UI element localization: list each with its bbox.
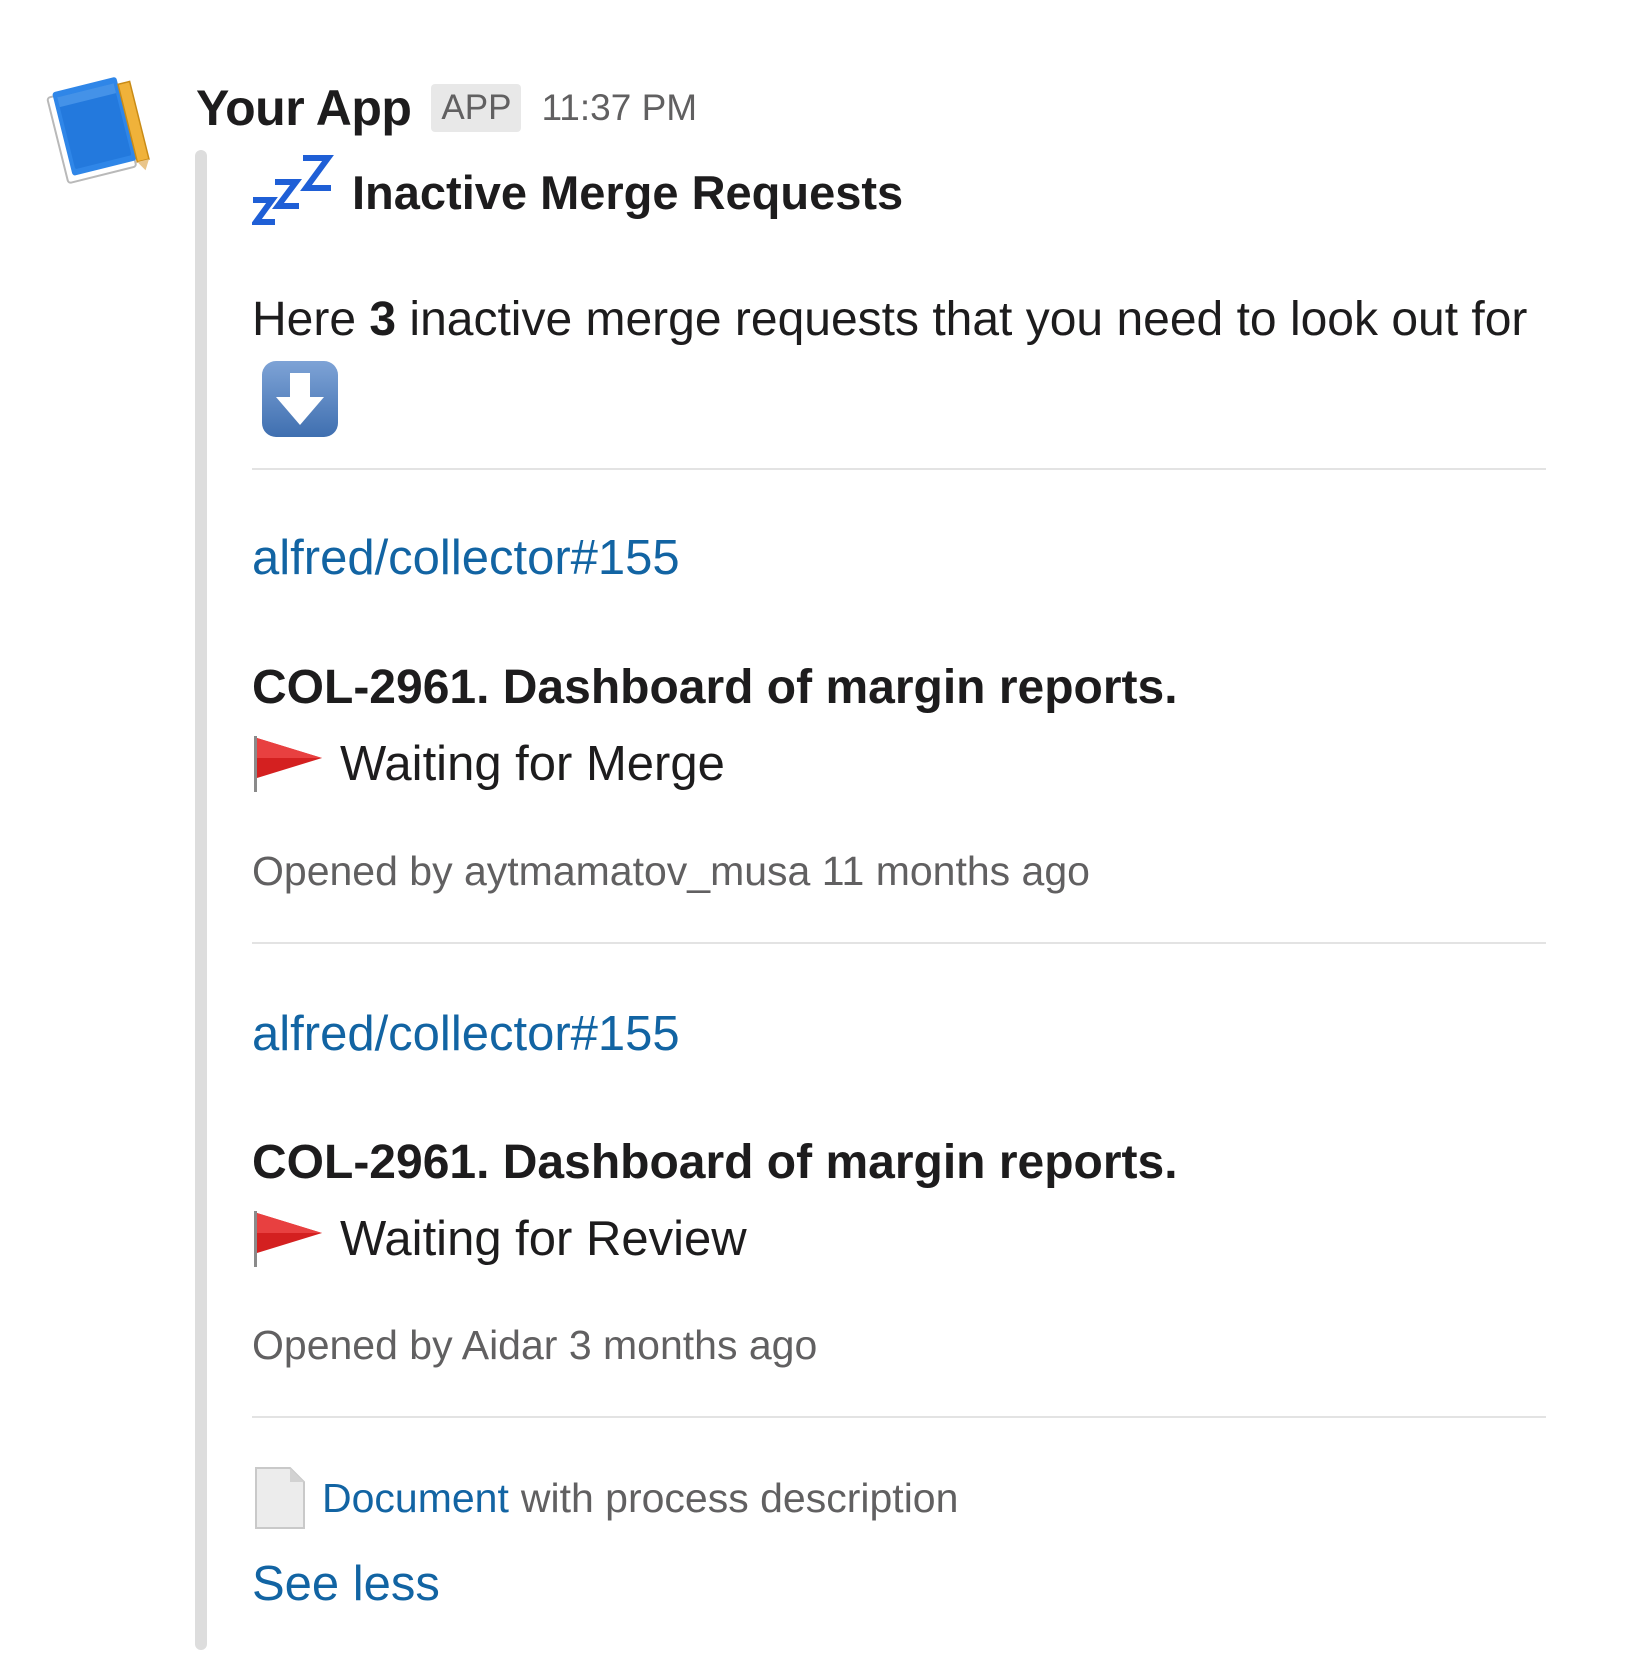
see-less-link[interactable]: See less: [252, 1556, 440, 1612]
merge-request-meta: Opened by aytmamatov_musa 11 months ago: [252, 848, 1090, 894]
down-arrow-icon: [262, 361, 338, 437]
message-title: Inactive Merge Requests: [352, 165, 904, 219]
merge-request-meta: Opened by Aidar 3 months ago: [252, 1322, 818, 1368]
app-avatar[interactable]: [44, 72, 156, 184]
attachment-bar: [195, 150, 207, 1650]
message-header: Your App APP 11:37 PM: [196, 78, 697, 138]
merge-request-title: COL-2961. Dashboard of margin reports.: [252, 661, 1178, 714]
message-timestamp[interactable]: 11:37 PM: [541, 87, 697, 129]
document-page-icon: [255, 1467, 305, 1529]
document-description: with process description: [520, 1474, 959, 1521]
merge-request-link[interactable]: alfred/collector#155: [252, 1006, 680, 1062]
divider: [252, 1416, 1546, 1418]
intro-prefix: Here: [252, 293, 370, 346]
merge-request-status: Waiting for Review: [252, 1209, 747, 1269]
status-label: Waiting for Review: [340, 1212, 747, 1266]
merge-request-link[interactable]: alfred/collector#155: [252, 530, 680, 586]
merge-request-status: Waiting for Merge: [252, 734, 725, 794]
divider: [252, 468, 1546, 470]
document-context: Document with process description: [252, 1466, 958, 1530]
app-badge: APP: [431, 84, 522, 132]
inactive-count: 3: [369, 293, 397, 346]
document-link[interactable]: Document: [322, 1475, 509, 1522]
zzz-sleeping-icon: [252, 155, 334, 225]
divider: [252, 942, 1546, 944]
status-label: Waiting for Merge: [340, 737, 725, 791]
red-flag-icon: [254, 1211, 322, 1267]
block-header: Inactive Merge Requests: [252, 152, 903, 232]
notebook-pencil-icon: [46, 77, 150, 184]
intro-text: Here 3 inactive merge requests that you …: [252, 280, 1552, 447]
intro-suffix: inactive merge requests that you need to…: [396, 293, 1528, 346]
app-name[interactable]: Your App: [196, 79, 412, 137]
merge-request-title: COL-2961. Dashboard of margin reports.: [252, 1136, 1178, 1189]
red-flag-icon: [254, 736, 322, 792]
